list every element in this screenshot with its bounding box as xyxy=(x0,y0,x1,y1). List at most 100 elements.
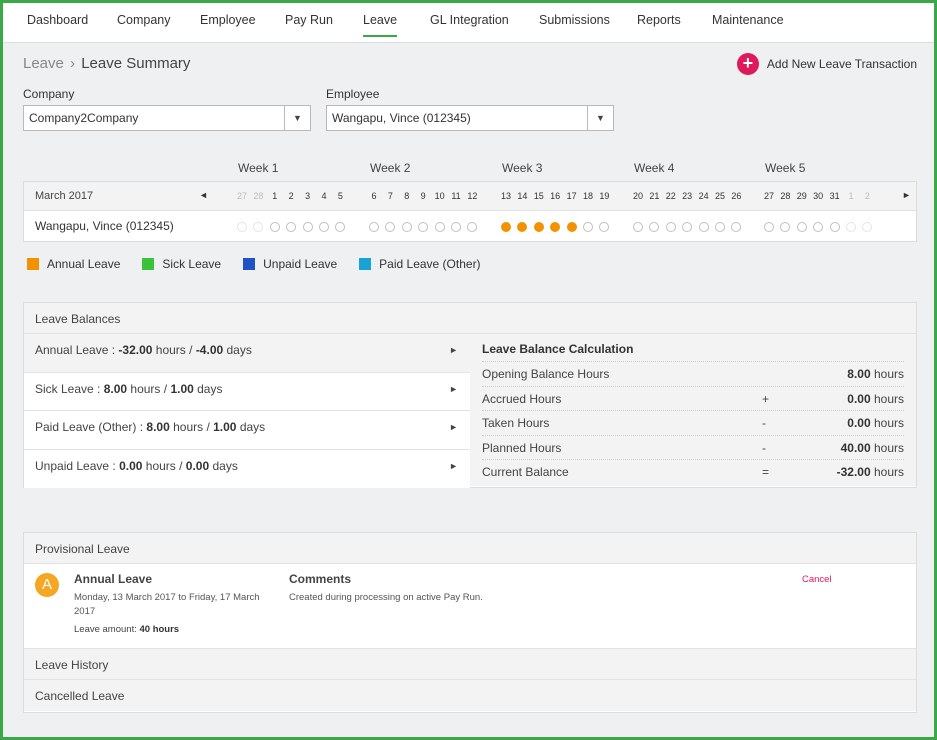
chevron-down-icon: ▼ xyxy=(587,106,613,130)
balance-item-sick-leave[interactable]: Sick Leave : 8.00 hours / 1.00 days ► xyxy=(24,372,470,411)
leave-balances-panel: Leave Balances Annual Leave : -32.00 hou… xyxy=(23,302,917,488)
calendar-day-dot[interactable] xyxy=(862,222,873,232)
calendar-day-number: 1 xyxy=(848,191,854,201)
calendar-day-dot[interactable] xyxy=(698,222,709,232)
balance-item-annual-leave[interactable]: Annual Leave : -32.00 hours / -4.00 days… xyxy=(24,334,470,373)
calendar-day-dot[interactable] xyxy=(451,222,461,232)
calendar-day-dot[interactable] xyxy=(715,222,725,232)
calendar-day-dot[interactable] xyxy=(682,222,693,232)
calendar-day-dot[interactable] xyxy=(731,222,742,232)
week-label: Week 1 xyxy=(238,161,279,175)
calendar-day-dot[interactable] xyxy=(467,222,478,232)
calendar-day-number: 2 xyxy=(864,191,870,201)
balance-days-unit: days xyxy=(223,343,252,357)
add-leave-transaction-button[interactable]: + Add New Leave Transaction xyxy=(736,53,917,75)
calendar-day-dot[interactable] xyxy=(237,222,247,232)
calendar-day-dot[interactable] xyxy=(780,222,791,232)
tab-maintenance[interactable]: Maintenance xyxy=(712,13,784,35)
chevron-down-icon: ▼ xyxy=(284,106,310,130)
company-select[interactable]: Company2Company ▼ xyxy=(23,105,311,131)
balance-hours-unit: hours / xyxy=(127,381,171,396)
calendar-day-dot[interactable] xyxy=(829,222,840,232)
calendar-header: March 2017 ◄ ► 27 28 1 2 3 4 5 6 7 8 9 10 11 12 13 14 15… xyxy=(24,182,916,211)
calendar-day-dot[interactable] xyxy=(302,222,313,232)
employee-select[interactable]: Wangapu, Vince (012345) ▼ xyxy=(326,105,614,131)
breadcrumb-leave-link[interactable]: Leave xyxy=(23,55,64,72)
calendar-day-dot[interactable] xyxy=(434,222,445,232)
calc-operator: = xyxy=(762,465,770,479)
calendar-day-number: 7 xyxy=(387,191,393,201)
legend-swatch xyxy=(27,258,39,270)
calc-row-accrued: Accrued Hours + 0.00 hours xyxy=(482,387,904,411)
leave-balances-title: Leave Balances xyxy=(24,303,916,334)
calendar-day-dot[interactable] xyxy=(796,222,807,232)
calendar-day-dot[interactable] xyxy=(599,222,610,232)
leave-history-section[interactable]: Leave History xyxy=(24,649,916,680)
calc-unit: hours xyxy=(870,465,904,479)
tab-leave[interactable]: Leave xyxy=(363,13,398,37)
prev-week-arrow-icon[interactable]: ◄ xyxy=(199,190,208,200)
calendar-day-dot[interactable] xyxy=(583,222,593,232)
balance-name: Annual Leave xyxy=(35,343,109,357)
tab-company[interactable]: Company xyxy=(117,13,171,35)
calendar-day-dot[interactable] xyxy=(401,222,412,232)
calendar-day-dot[interactable] xyxy=(253,222,264,232)
calendar-day-leave-dot[interactable] xyxy=(501,222,511,232)
tab-gl-integration[interactable]: GL Integration xyxy=(430,13,509,35)
calendar-day-dot[interactable] xyxy=(846,222,856,232)
tab-pay-run[interactable]: Pay Run xyxy=(285,13,333,35)
calendar-day-leave-dot[interactable] xyxy=(550,222,561,232)
tab-reports[interactable]: Reports xyxy=(637,13,681,35)
calendar-day-number: 6 xyxy=(371,191,377,201)
calendar-day-number: 23 xyxy=(682,191,693,201)
calendar-day-dot[interactable] xyxy=(813,222,824,232)
calendar-day-number: 15 xyxy=(533,191,544,201)
calc-label: Planned Hours xyxy=(482,440,562,455)
tab-submissions[interactable]: Submissions xyxy=(539,13,610,35)
calendar-day-leave-dot[interactable] xyxy=(517,222,528,232)
balance-hours-unit: hours / xyxy=(142,458,186,473)
calc-row-current-balance: Current Balance = -32.00 hours xyxy=(482,460,904,485)
calc-operator: - xyxy=(762,440,766,455)
calendar-day-dot[interactable] xyxy=(286,222,297,232)
cancelled-leave-section[interactable]: Cancelled Leave xyxy=(24,680,916,711)
calendar-day-dot[interactable] xyxy=(385,222,396,232)
calendar-day-number: 9 xyxy=(420,191,426,201)
tab-dashboard[interactable]: Dashboard xyxy=(27,13,88,35)
cancel-leave-link[interactable]: Cancel xyxy=(802,574,832,585)
calendar-day-dot[interactable] xyxy=(665,222,676,232)
calendar-day-leave-dot[interactable] xyxy=(566,222,577,232)
week-label: Week 2 xyxy=(370,161,411,175)
calendar-day-dot[interactable] xyxy=(764,222,774,232)
calendar-day-dot[interactable] xyxy=(418,222,429,232)
calendar-day-number: 4 xyxy=(321,191,327,201)
legend-sick-leave: Sick Leave xyxy=(142,257,221,271)
calendar-day-dot[interactable] xyxy=(369,222,379,232)
legend-swatch xyxy=(142,258,155,270)
legend-annual-leave: Annual Leave xyxy=(27,257,120,271)
balance-days: 1.00 xyxy=(170,381,194,396)
legend-label: Sick Leave xyxy=(162,257,222,271)
balance-item-unpaid-leave[interactable]: Unpaid Leave : 0.00 hours / 0.00 days ► xyxy=(24,449,470,488)
calendar-day-number: 26 xyxy=(731,191,742,201)
calendar-day-number: 12 xyxy=(467,191,478,201)
calendar-day-dot[interactable] xyxy=(335,222,346,232)
calendar-day-number: 21 xyxy=(649,191,660,201)
calendar-day-number: 28 xyxy=(780,191,791,201)
calendar-day-dot[interactable] xyxy=(649,222,660,232)
calendar-day-leave-dot[interactable] xyxy=(533,222,544,232)
tab-employee[interactable]: Employee xyxy=(200,13,256,35)
calendar-day-dot[interactable] xyxy=(633,222,643,232)
calendar-day-dot[interactable] xyxy=(269,222,280,232)
balance-item-paid-leave-other[interactable]: Paid Leave (Other) : 8.00 hours / 1.00 d… xyxy=(24,411,470,450)
next-week-arrow-icon[interactable]: ► xyxy=(902,190,911,200)
calc-value: 0.00 xyxy=(847,416,871,430)
calc-value: 8.00 xyxy=(847,367,871,381)
calendar-day-number: 22 xyxy=(665,191,676,201)
chevron-right-icon: ► xyxy=(449,345,458,355)
balance-hours-unit: hours / xyxy=(169,420,214,434)
calendar-day-number: 29 xyxy=(796,191,807,201)
calc-label: Taken Hours xyxy=(482,416,550,430)
calculation-title: Leave Balance Calculation xyxy=(482,334,904,362)
calendar-day-dot[interactable] xyxy=(319,222,329,232)
